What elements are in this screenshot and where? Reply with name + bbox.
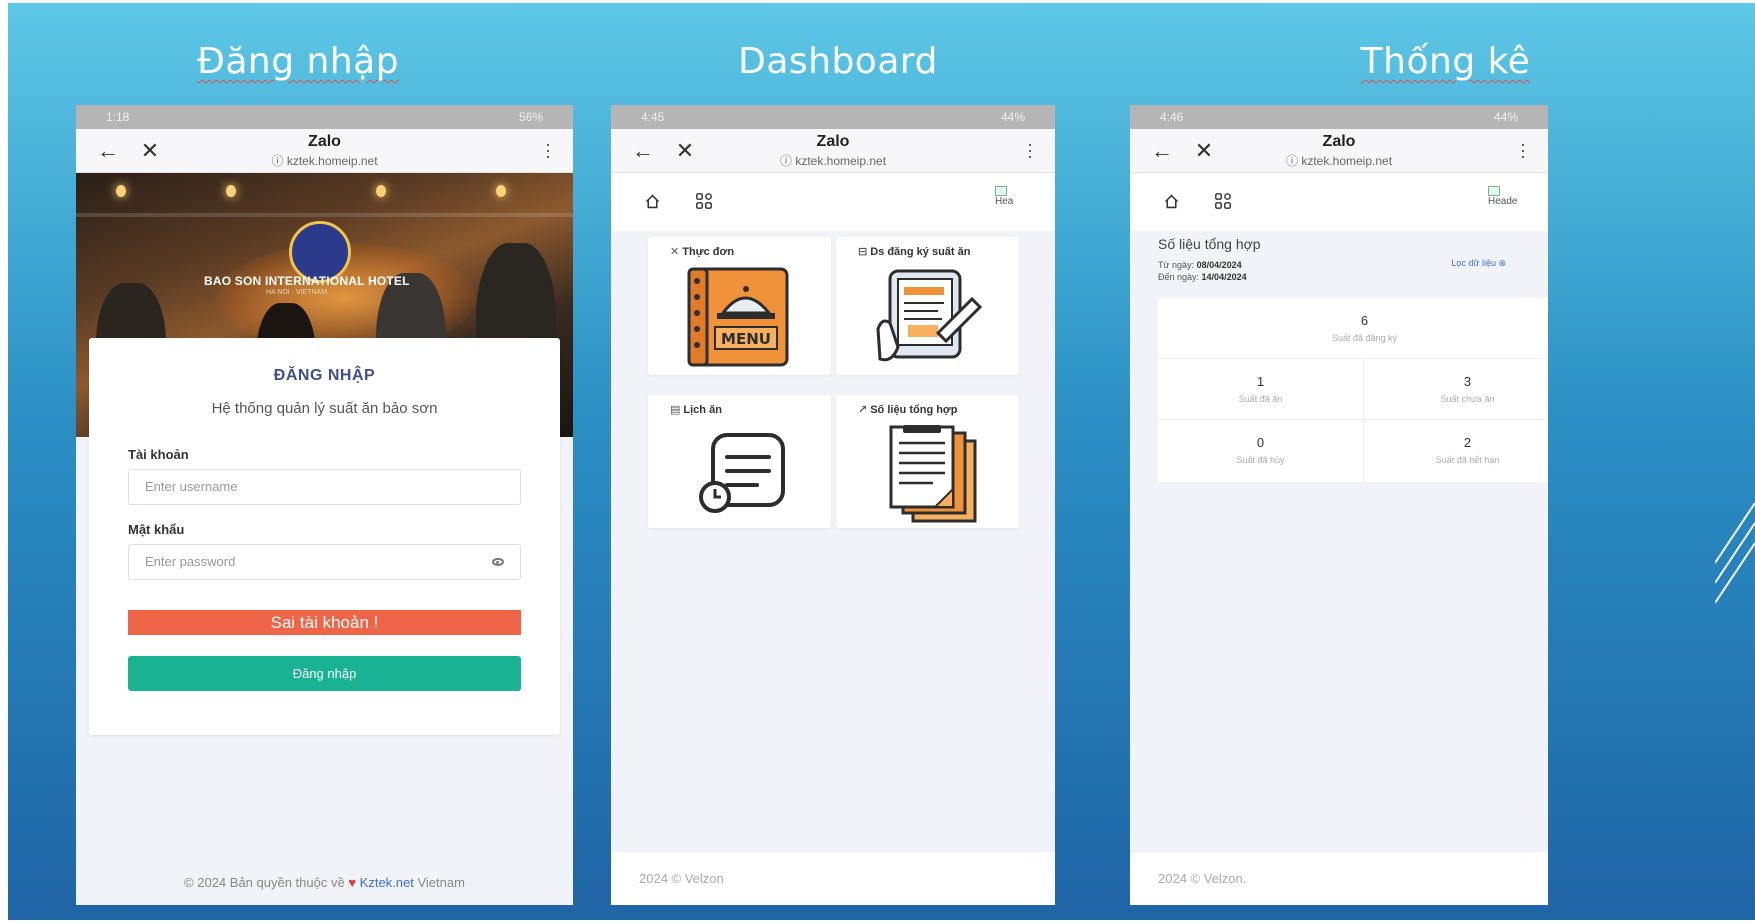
status-bar: 4:46 44% <box>1130 105 1548 129</box>
tile-meal-schedule[interactable]: ▤ Lịch ăn <box>648 395 831 528</box>
back-arrow-icon[interactable]: ← <box>631 138 655 163</box>
username-label: Tài khoản <box>128 447 189 462</box>
page-footer: 2024 © Velzon <box>611 853 1055 905</box>
from-date: Từ ngày: 08/04/2024 <box>1158 260 1242 270</box>
hotel-location: HA NOI · VIETNAM <box>266 289 328 296</box>
status-time: 4:45 <box>641 110 665 124</box>
stat-cancelled: 0 Suất đã hủy <box>1158 420 1364 482</box>
apps-grid-icon[interactable] <box>695 192 713 210</box>
slide-title-dashboard: Dashboard <box>738 41 938 82</box>
login-button[interactable]: Đăng nhập <box>128 656 521 691</box>
stats-phone-screen: 4:46 44% ← ✕ Zalo ⓘ kztek.homeip.net · · ·… <box>1130 105 1548 905</box>
cutlery-icon: ✕ <box>670 246 680 258</box>
dashboard-phone-screen: 4:45 44% ← ✕ Zalo ⓘ kztek.homeip.net · · ·… <box>611 105 1055 905</box>
page-footer: 2024 © Velzon. <box>1130 853 1548 905</box>
zalo-browser-bar: ← ✕ Zalo ⓘ kztek.homeip.net · · · <box>611 129 1055 173</box>
more-menu-icon[interactable]: · · · <box>545 135 551 165</box>
status-bar: 4:45 44% <box>611 105 1055 129</box>
svg-text:MENU: MENU <box>721 330 771 348</box>
login-heading: ĐĂNG NHẬP <box>273 367 376 384</box>
stats-title: Số liệu tổng hợp <box>1158 236 1261 252</box>
apps-grid-icon[interactable] <box>1214 192 1232 210</box>
password-placeholder: Enter password <box>145 554 236 569</box>
menu-book-icon: MENU <box>687 267 788 367</box>
presentation-slide: Đăng nhập Dashboard Thống kê 1:18 56% ← … <box>8 3 1755 920</box>
app-header: Heade <box>1130 173 1548 231</box>
more-menu-icon[interactable]: · · · <box>1027 135 1033 165</box>
stat-expired: 2 Suất đã hết hạn <box>1435 435 1500 465</box>
close-icon[interactable]: ✕ <box>673 138 697 163</box>
user-avatar[interactable]: Heade <box>1488 186 1518 218</box>
app-header: Hea <box>611 173 1055 231</box>
status-battery: 44% <box>1000 110 1025 124</box>
close-icon[interactable]: ✕ <box>138 138 162 163</box>
documents-icon <box>889 425 976 523</box>
login-phone-screen: 1:18 56% ← ✕ Zalo ⓘ kztek.homeip.net · · ·… <box>76 105 573 905</box>
status-bar: 1:18 56% <box>76 105 573 129</box>
home-icon[interactable] <box>644 193 661 210</box>
tile-menu[interactable]: ✕ Thực đơn MENU <box>648 237 831 375</box>
slide-title-stats: Thống kê <box>1360 41 1531 82</box>
show-password-icon[interactable] <box>492 558 504 566</box>
home-icon[interactable] <box>1163 193 1180 210</box>
footer-link[interactable]: Kztek.net <box>360 875 414 890</box>
user-avatar[interactable]: Hea <box>995 186 1025 218</box>
username-input[interactable]: Enter username <box>128 469 521 505</box>
status-battery: 56% <box>518 110 543 124</box>
calendar-icon: ▤ <box>670 404 681 416</box>
stat-not-eaten: 3 Suất chưa ăn <box>1364 359 1548 420</box>
back-arrow-icon[interactable]: ← <box>1150 138 1174 163</box>
filter-data-link[interactable]: Lọc dữ liệu ⊗ <box>1451 258 1506 269</box>
stat-total-registered: 6 Suất đã đăng ký <box>1158 298 1548 359</box>
password-input[interactable]: Enter password <box>128 544 521 580</box>
slide-title-login: Đăng nhập <box>196 41 400 82</box>
close-icon[interactable]: ✕ <box>1192 138 1216 163</box>
zalo-browser-bar: ← ✕ Zalo ⓘ kztek.homeip.net · · · <box>1130 129 1548 173</box>
decorative-lines <box>1715 503 1755 604</box>
status-time: 1:18 <box>106 110 130 124</box>
schedule-icon <box>698 433 785 513</box>
zalo-browser-bar: ← ✕ Zalo ⓘ kztek.homeip.net · · · <box>76 129 573 173</box>
back-arrow-icon[interactable]: ← <box>96 138 120 163</box>
tile-meal-registration[interactable]: ⊟ Ds đăng ký suất ăn <box>836 237 1019 375</box>
login-card: ĐĂNG NHẬP Hệ thống quản lý suất ăn bảo s… <box>89 338 560 735</box>
hotel-name: BAO SON INTERNATIONAL HOTEL <box>204 274 410 288</box>
tile-summary-stats[interactable]: ↗ Số liệu tổng hợp <box>836 395 1019 528</box>
to-date: Đến ngày: 14/04/2024 <box>1158 272 1247 282</box>
stats-card: 6 Suất đã đăng ký 1 Suất đã ăn 3 Suất ch… <box>1158 298 1548 482</box>
status-battery: 44% <box>1493 110 1518 124</box>
tablet-signup-icon <box>875 269 982 362</box>
heart-icon: ♥ <box>348 875 357 890</box>
copyright-footer: © 2024 Bản quyền thuộc về ♥ Kztek.net Vi… <box>184 875 465 890</box>
error-alert: Sai tài khoản ! <box>128 610 521 635</box>
login-subheading: Hệ thống quản lý suất ăn bảo sơn <box>211 400 438 417</box>
stat-eaten: 1 Suất đã ăn <box>1158 359 1364 420</box>
chart-line-icon: ↗ <box>858 404 868 416</box>
cart-icon: ⊟ <box>858 246 868 258</box>
more-menu-icon[interactable]: · · · <box>1520 135 1526 165</box>
status-time: 4:46 <box>1160 110 1184 124</box>
password-label: Mật khẩu <box>128 522 185 537</box>
